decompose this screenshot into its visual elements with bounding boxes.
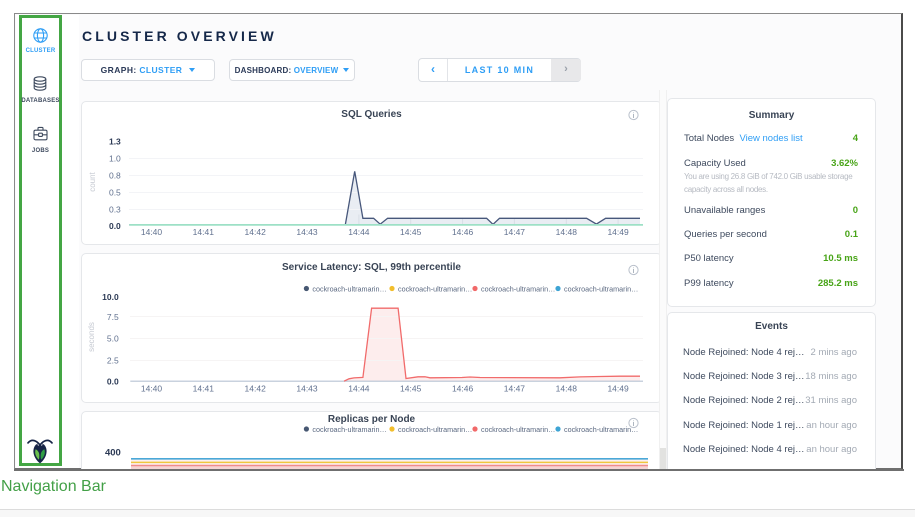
- svg-text:14:42: 14:42: [245, 384, 267, 394]
- svg-text:14:47: 14:47: [504, 384, 526, 394]
- svg-text:cockroach-ultramarin…: cockroach-ultramarin…: [481, 425, 555, 434]
- svg-text:14:49: 14:49: [607, 384, 629, 394]
- svg-text:14:46: 14:46: [452, 384, 474, 394]
- svg-text:14:48: 14:48: [556, 227, 578, 237]
- svg-text:14:43: 14:43: [296, 227, 318, 237]
- svg-text:cockroach-ultramarin…: cockroach-ultramarin…: [398, 285, 472, 294]
- svg-text:cockroach-ultramarin…: cockroach-ultramarin…: [312, 285, 386, 294]
- svg-text:cockroach-ultramarin…: cockroach-ultramarin…: [398, 425, 472, 434]
- svg-text:5.0: 5.0: [107, 334, 119, 344]
- svg-text:14:48: 14:48: [556, 384, 578, 394]
- svg-text:0.0: 0.0: [107, 376, 119, 386]
- svg-text:14:42: 14:42: [245, 227, 267, 237]
- svg-text:14:45: 14:45: [400, 227, 422, 237]
- svg-text:14:40: 14:40: [141, 227, 163, 237]
- svg-text:7.5: 7.5: [107, 312, 119, 322]
- svg-text:14:44: 14:44: [348, 384, 370, 394]
- svg-text:cockroach-ultramarin…: cockroach-ultramarin…: [564, 285, 638, 294]
- svg-text:1.3: 1.3: [109, 136, 121, 146]
- svg-text:0.8: 0.8: [109, 171, 121, 181]
- svg-text:cockroach-ultramarin…: cockroach-ultramarin…: [481, 285, 555, 294]
- svg-text:14:41: 14:41: [193, 227, 215, 237]
- svg-text:14:49: 14:49: [607, 227, 629, 237]
- svg-text:2.5: 2.5: [107, 356, 119, 366]
- svg-text:14:47: 14:47: [504, 227, 526, 237]
- svg-text:seconds: seconds: [87, 322, 96, 352]
- svg-text:14:44: 14:44: [348, 227, 370, 237]
- svg-text:14:41: 14:41: [193, 384, 215, 394]
- svg-text:14:43: 14:43: [296, 384, 318, 394]
- svg-text:1.0: 1.0: [109, 153, 121, 163]
- svg-text:400: 400: [105, 448, 121, 459]
- svg-text:cockroach-ultramarin…: cockroach-ultramarin…: [312, 425, 386, 434]
- svg-text:14:40: 14:40: [141, 384, 163, 394]
- svg-text:14:46: 14:46: [452, 227, 474, 237]
- svg-text:0.3: 0.3: [109, 204, 121, 214]
- svg-text:i: i: [633, 111, 635, 120]
- svg-text:cockroach-ultramarin…: cockroach-ultramarin…: [564, 425, 638, 434]
- svg-text:i: i: [633, 266, 635, 275]
- svg-text:10.0: 10.0: [102, 292, 119, 302]
- svg-text:14:45: 14:45: [400, 384, 422, 394]
- svg-text:0.0: 0.0: [109, 221, 121, 231]
- svg-text:count: count: [88, 171, 97, 191]
- svg-text:0.5: 0.5: [109, 188, 121, 198]
